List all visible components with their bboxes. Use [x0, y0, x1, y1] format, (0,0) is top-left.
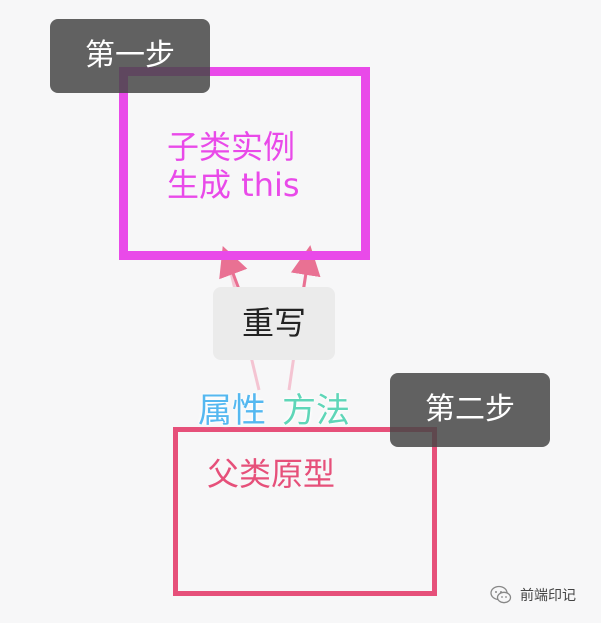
- watermark: 前端印记: [490, 582, 576, 608]
- parent-prototype-label: 父类原型: [207, 455, 336, 493]
- watermark-text: 前端印记: [520, 588, 576, 604]
- method-label: 方法: [282, 391, 350, 431]
- step-one-badge: 第一步: [50, 19, 210, 93]
- child-instance-label: 子类实例 生成 this: [167, 128, 300, 204]
- parent-prototype-box: [173, 427, 437, 596]
- step-two-badge: 第二步: [390, 373, 550, 447]
- override-label: 重写: [213, 287, 335, 360]
- wechat-icon: [490, 585, 512, 604]
- child-instance-line1: 子类实例: [167, 128, 296, 166]
- property-label: 属性: [198, 391, 266, 431]
- diagram-canvas: 子类实例 生成 this 父类原型 重写 属性 方法 第一步 第二步 前端印记: [0, 0, 601, 623]
- child-instance-line2: 生成 this: [167, 166, 300, 204]
